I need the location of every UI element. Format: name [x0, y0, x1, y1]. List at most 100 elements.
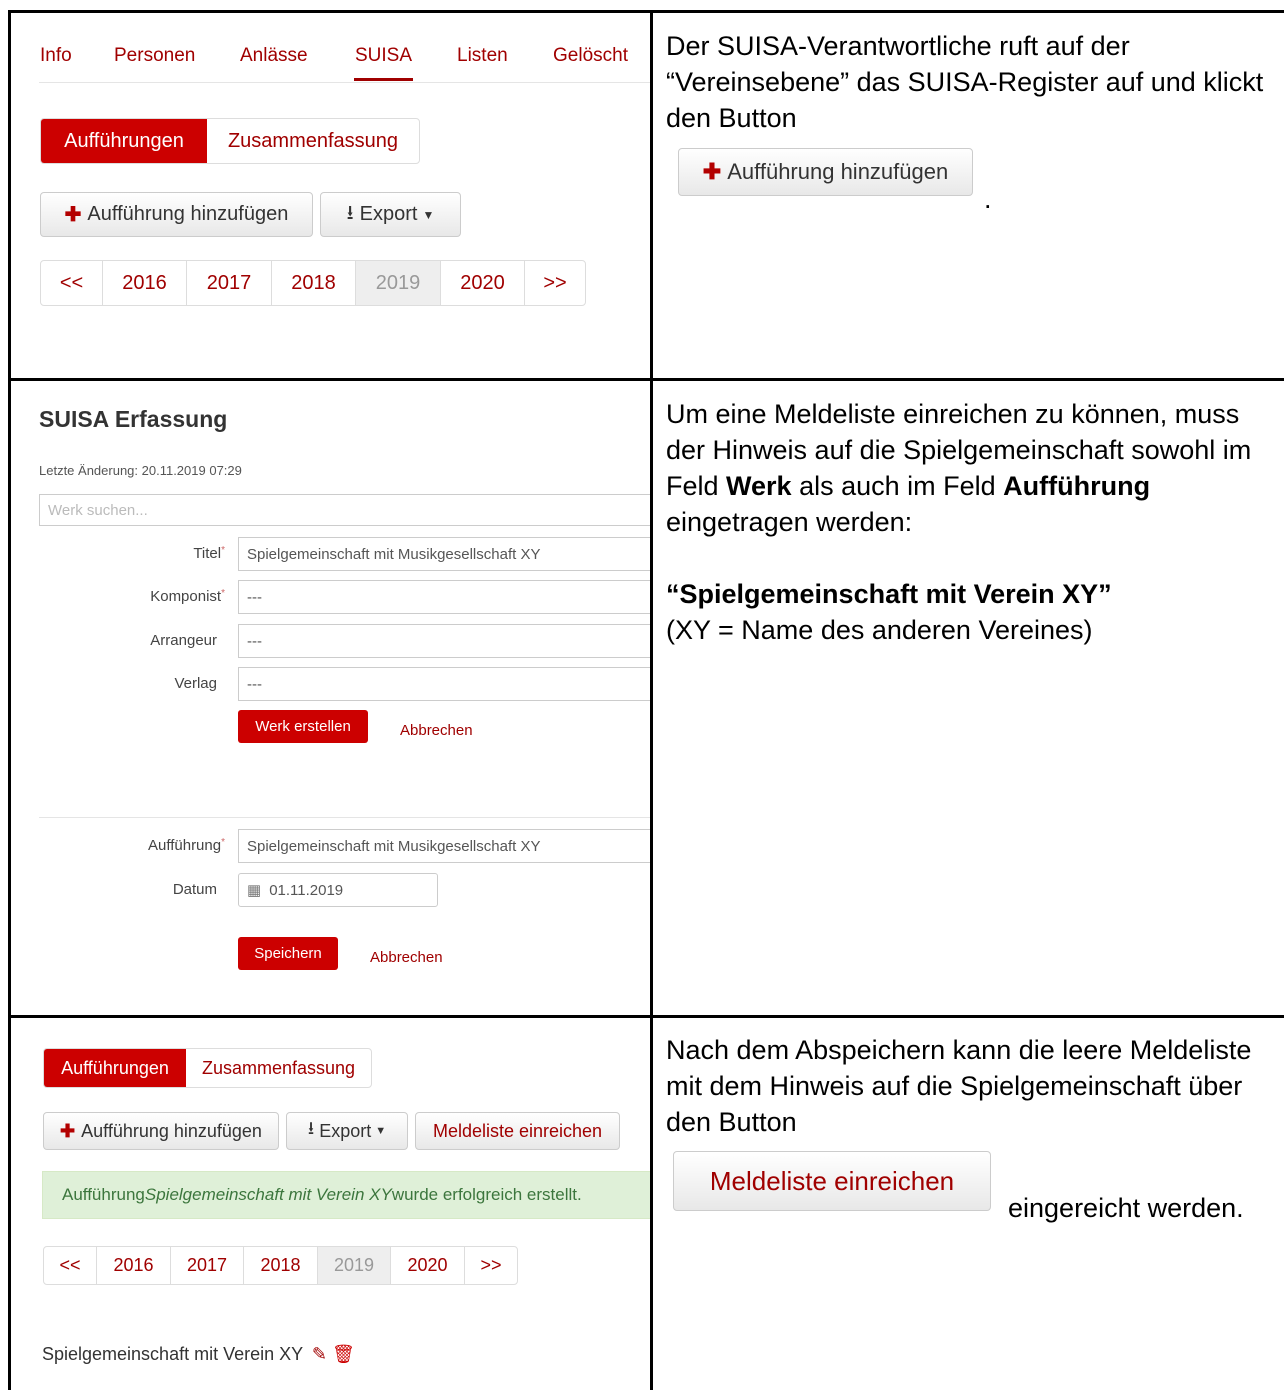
pager-2020-2[interactable]: 2020: [391, 1247, 465, 1284]
view-toggle: Aufführungen Zusammenfassung: [40, 118, 420, 164]
performance-label: Aufführung*: [148, 837, 225, 854]
pager-next[interactable]: >>: [525, 261, 585, 305]
plus-icon-2: ✚: [60, 1120, 76, 1141]
export-button[interactable]: ⭳ Export ▼: [320, 192, 461, 237]
step2-explanation: (XY = Name des anderen Vereines): [666, 615, 1093, 645]
nav-tab-suisa[interactable]: SUISA: [355, 45, 412, 67]
screenshot-suisa-register: Info Personen Anlässe SUISA Listen Gelös…: [11, 13, 650, 378]
last-change-text: Letzte Änderung: 20.11.2019 07:29: [39, 463, 242, 478]
submit-list-button[interactable]: Meldeliste einreichen: [415, 1112, 620, 1150]
view-toggle-2: Aufführungen Zusammenfassung: [43, 1048, 372, 1088]
table-border-middle: [650, 10, 653, 1390]
document-table: Info Personen Anlässe SUISA Listen Gelös…: [0, 0, 1284, 1390]
performance-label-text: Aufführung: [147, 837, 222, 854]
tab-zusammenfassung[interactable]: Zusammenfassung: [207, 119, 419, 163]
pager-2019[interactable]: 2019: [356, 261, 441, 305]
success-alert: Aufführung Spielgemeinschaft mit Verein …: [42, 1171, 650, 1219]
work-search-input[interactable]: Werk suchen...: [39, 494, 650, 526]
composer-field[interactable]: ---: [238, 580, 650, 614]
step2-text: Um eine Meldeliste einreichen zu können,…: [666, 396, 1278, 540]
nav-tab-anlaesse[interactable]: Anlässe: [240, 45, 308, 67]
pager-2018-2[interactable]: 2018: [244, 1247, 318, 1284]
screenshot-performance-created: Aufführungen Zusammenfassung ✚ Aufführung…: [11, 1018, 650, 1390]
nav-tab-geloescht[interactable]: Gelöscht: [553, 45, 628, 67]
composer-label: Komponist*: [150, 588, 225, 605]
pager-2016[interactable]: 2016: [103, 261, 187, 305]
inline-add-performance-label: Aufführung hinzufügen: [727, 159, 949, 184]
export-button-2[interactable]: ⭳ Export ▼: [286, 1112, 408, 1150]
arranger-label: Arrangeur: [150, 632, 217, 649]
year-pager: << 2016 2017 2018 2019 2020 >>: [40, 260, 586, 306]
publisher-label: Verlag: [174, 675, 217, 692]
nav-tab-info[interactable]: Info: [40, 45, 72, 67]
nav-tab-personen[interactable]: Personen: [114, 45, 195, 67]
edit-icon[interactable]: ✎: [312, 1344, 327, 1364]
step3-text: Nach dem Abspeichern kann die leere Meld…: [666, 1035, 1252, 1137]
add-performance-label-2: Aufführung hinzufügen: [81, 1120, 262, 1141]
required-mark: *: [221, 837, 225, 848]
form-divider: [39, 817, 650, 818]
save-button[interactable]: Speichern: [238, 937, 338, 970]
tab-auffuehrungen[interactable]: Aufführungen: [41, 119, 207, 163]
plus-icon: ✚: [64, 204, 82, 226]
pager-prev[interactable]: <<: [41, 261, 103, 305]
required-mark: *: [221, 588, 225, 599]
trailing-dot: .: [984, 184, 992, 214]
add-performance-label: Aufführung hinzufügen: [87, 203, 289, 225]
download-icon-2: ⭳: [307, 1118, 315, 1138]
performance-field[interactable]: Spielgemeinschaft mit Musikgesellschaft …: [238, 829, 650, 863]
arranger-field[interactable]: ---: [238, 624, 650, 658]
export-label: Export: [359, 203, 418, 225]
nav-divider: [39, 82, 650, 83]
date-field[interactable]: ▦ 01.11.2019: [238, 873, 438, 907]
caret-down-icon: ▼: [422, 207, 435, 222]
description-step-3: Nach dem Abspeichern kann die leere Meld…: [666, 1032, 1278, 1382]
alert-text-em: Spielgemeinschaft mit Verein XY: [144, 1185, 392, 1204]
pager-prev-2[interactable]: <<: [44, 1247, 97, 1284]
pager-2017[interactable]: 2017: [187, 261, 272, 305]
download-icon: ⭳: [346, 201, 354, 224]
plus-icon-inline: ✚: [702, 159, 722, 184]
nav-tab-suisa-underline: [354, 78, 413, 81]
form-title: SUISA Erfassung: [39, 406, 228, 432]
calendar-icon: ▦: [247, 882, 262, 899]
performance-entry: Spielgemeinschaft mit Verein XY ✎ 🗑: [42, 1344, 355, 1365]
export-label-2: Export: [319, 1120, 372, 1141]
alert-text-a: Aufführung: [62, 1185, 145, 1204]
alert-text-b: wurde erfolgreich erstellt.: [391, 1185, 582, 1204]
pager-2018[interactable]: 2018: [272, 261, 356, 305]
step2-text-b: als auch im Feld: [791, 471, 1004, 501]
cancel-work-link[interactable]: Abbrechen: [400, 722, 473, 739]
add-performance-button-2[interactable]: ✚ Aufführung hinzufügen: [43, 1112, 279, 1150]
description-step-1: Der SUISA-Verantwortliche ruft auf der “…: [666, 28, 1278, 373]
performance-entry-text: Spielgemeinschaft mit Verein XY: [42, 1344, 303, 1364]
description-step-2: Um eine Meldeliste einreichen zu können,…: [666, 396, 1278, 1011]
title-field[interactable]: Spielgemeinschaft mit Musikgesellschaft …: [238, 537, 650, 571]
nav-tab-listen[interactable]: Listen: [457, 45, 508, 67]
title-label-text: Titel: [193, 545, 222, 562]
add-performance-button[interactable]: ✚ Aufführung hinzufügen: [40, 192, 313, 237]
pager-next-2[interactable]: >>: [465, 1247, 517, 1284]
publisher-field[interactable]: ---: [238, 667, 650, 701]
step3-tail: eingereicht werden.: [1008, 1193, 1244, 1223]
step2-text-c: eingetragen werden:: [666, 507, 913, 537]
pager-2016-2[interactable]: 2016: [97, 1247, 171, 1284]
step2-bold-werk: Werk: [726, 471, 792, 501]
pager-2019-2[interactable]: 2019: [318, 1247, 391, 1284]
caret-down-icon-2: ▼: [375, 1125, 387, 1137]
composer-label-text: Komponist: [150, 588, 222, 605]
pager-2020[interactable]: 2020: [441, 261, 525, 305]
create-work-button[interactable]: Werk erstellen: [238, 710, 368, 743]
inline-add-performance-button[interactable]: ✚ Aufführung hinzufügen: [678, 148, 973, 196]
pager-2017-2[interactable]: 2017: [171, 1247, 244, 1284]
tab-auffuehrungen-2[interactable]: Aufführungen: [44, 1049, 186, 1087]
delete-icon[interactable]: 🗑: [332, 1344, 355, 1364]
step2-bold-auffuehrung: Aufführung: [1003, 471, 1151, 501]
inline-submit-list-button[interactable]: Meldeliste einreichen: [673, 1151, 991, 1211]
screenshot-suisa-erfassung: SUISA Erfassung Letzte Änderung: 20.11.2…: [11, 381, 650, 1015]
tab-zusammenfassung-2[interactable]: Zusammenfassung: [186, 1049, 371, 1087]
required-mark: *: [221, 545, 225, 556]
step1-text: Der SUISA-Verantwortliche ruft auf der “…: [666, 31, 1264, 133]
cancel-performance-link[interactable]: Abbrechen: [370, 949, 443, 966]
title-label: Titel*: [193, 545, 225, 562]
